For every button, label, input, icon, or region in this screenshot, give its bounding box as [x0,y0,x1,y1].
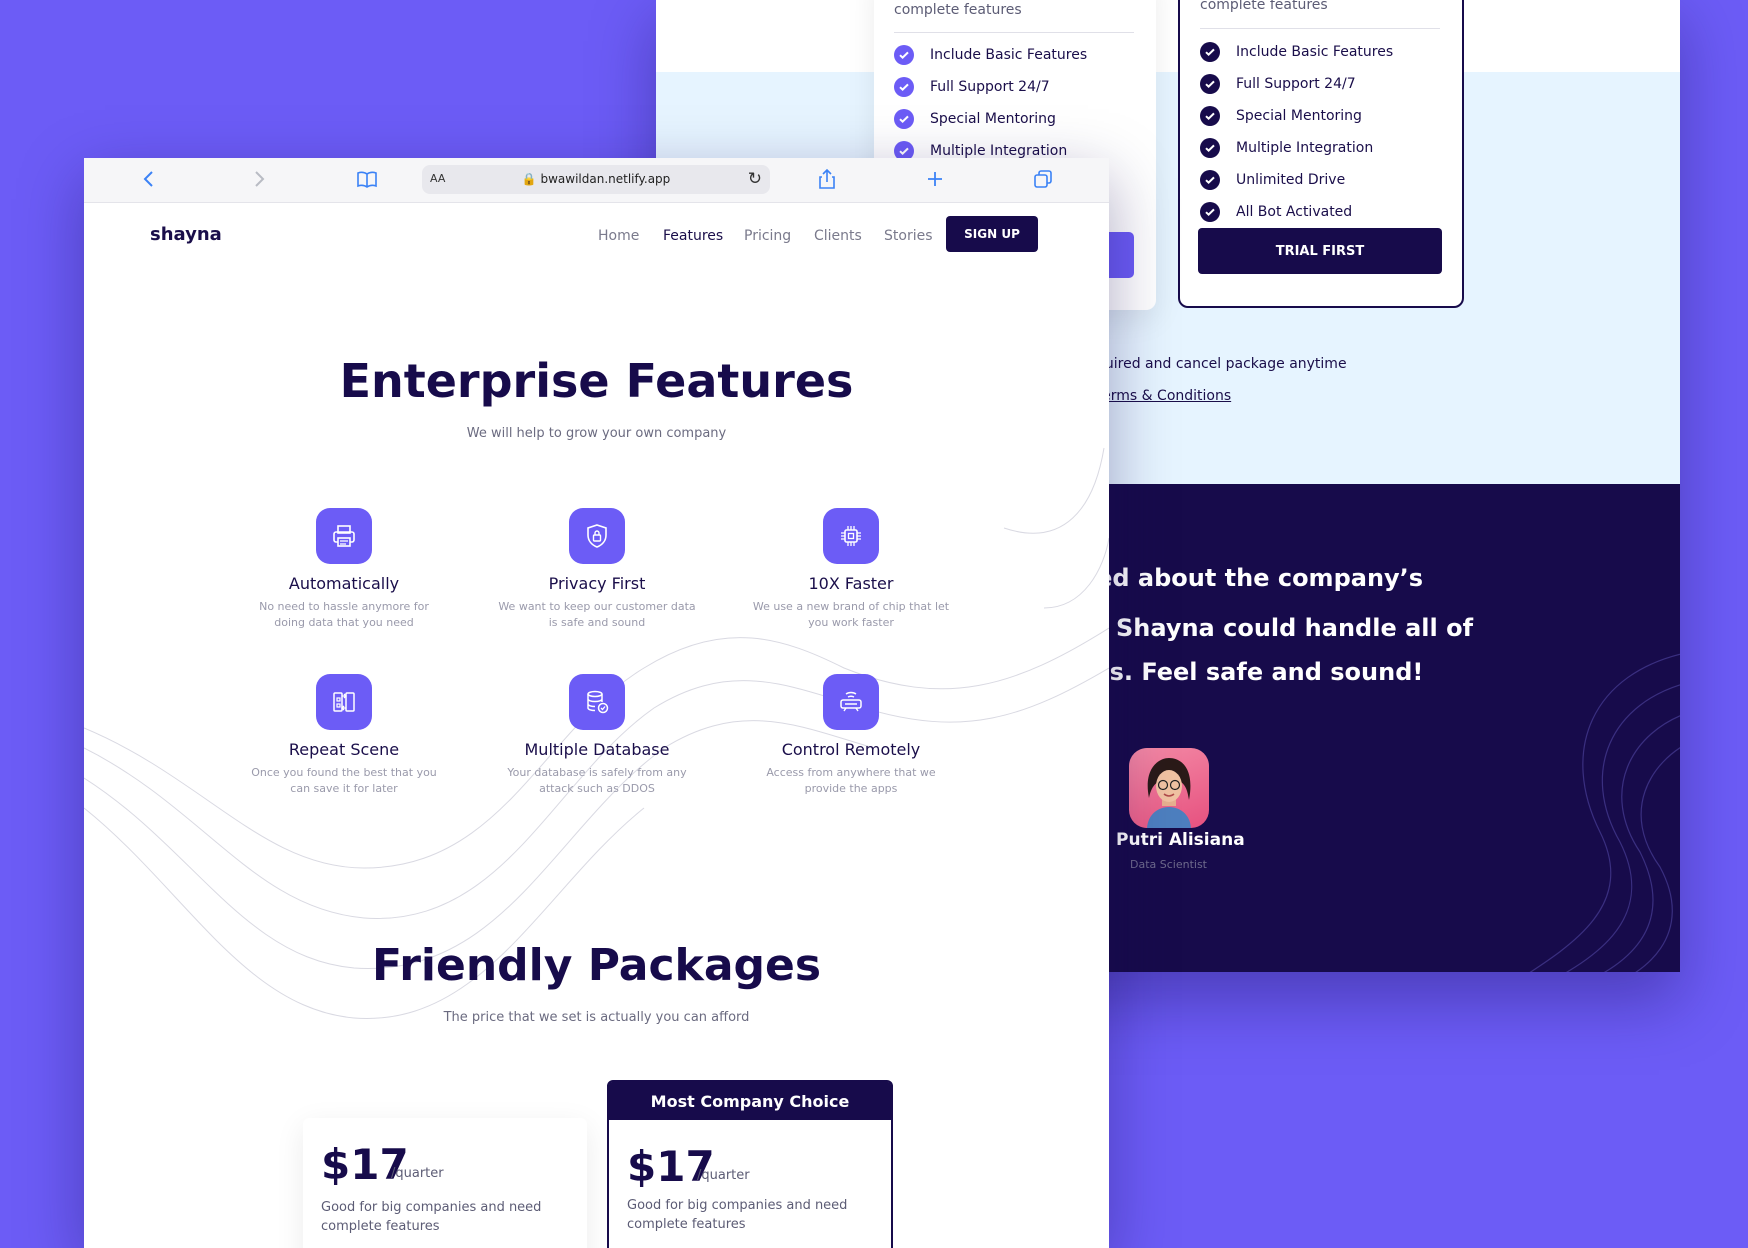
browser-toolbar: AA 🔒 bwawildan.netlify.app ↻ [84,158,1109,203]
feature-desc: We use a new brand of chip that let you … [752,600,950,629]
logo[interactable]: shayna [150,224,222,245]
check-icon [894,45,914,65]
avatar [1129,748,1209,828]
chip-icon [823,508,879,564]
back-arrow-icon[interactable] [138,168,160,190]
wave-decoration [1529,653,1680,972]
url-text: 🔒 bwawildan.netlify.app [521,172,671,186]
nav-link-stories[interactable]: Stories [884,228,933,244]
price-amount: $17 [321,1140,409,1189]
feature-item: Control Remotely Access from anywhere th… [731,674,971,797]
feature-item: 10X Faster We use a new brand of chip th… [731,508,971,631]
shield-lock-icon [569,508,625,564]
feature-label: Include Basic Features [1236,44,1394,60]
pricing-card-premium: complete features Include Basic Features… [1178,0,1464,308]
testimonial-quote-line: ons. Feel safe and sound! [1076,658,1424,686]
feature-title: Control Remotely [781,740,921,759]
check-icon [894,109,914,129]
feature-row: Full Support 24/7 [894,77,1050,97]
feature-title: 10X Faster [808,574,894,593]
address-bar[interactable]: AA 🔒 bwawildan.netlify.app ↻ [422,165,770,194]
check-icon [1200,138,1220,158]
testimonial-quote-line: Shayna could handle all of [1116,614,1474,642]
feature-label: Multiple Integration [1236,140,1374,156]
packages-title: Friendly Packages [371,940,822,991]
feature-label: Include Basic Features [930,47,1088,63]
feature-label: All Bot Activated [1236,204,1353,220]
feature-title: Multiple Database [524,740,670,759]
sign-up-button[interactable]: SIGN UP [946,216,1038,252]
feature-row: Unlimited Drive [1200,170,1345,190]
feature-title: Privacy First [548,574,646,593]
terms-link[interactable]: Terms & Conditions [1096,388,1231,404]
check-icon [1200,170,1220,190]
feature-label: Multiple Integration [930,143,1068,159]
feature-label: Unlimited Drive [1236,172,1346,188]
feature-title: Repeat Scene [288,740,400,759]
feature-row: Special Mentoring [894,109,1056,129]
share-icon[interactable] [816,168,838,190]
testimonial-person-role: Data Scientist [1130,858,1207,871]
pricing-card-featured: Most Company Choice $17 /quarter Good fo… [607,1080,893,1248]
url-value: bwawildan.netlify.app [540,172,671,186]
tabs-overview-icon[interactable] [1032,168,1054,190]
testimonial-quote-line: ried about the company’s [1076,564,1424,592]
new-tab-icon[interactable] [924,168,946,190]
feature-label: Special Mentoring [930,111,1056,127]
feature-label: Special Mentoring [1236,108,1362,124]
feature-desc: Your database is safely from any attack … [507,766,687,795]
pricing-card-desc: Good for big companies and need complete… [321,1200,542,1234]
remote-icon [823,674,879,730]
packages-subtitle: The price that we set is actually you ca… [443,1010,750,1025]
check-icon [1200,202,1220,222]
forward-arrow-icon[interactable] [248,168,270,190]
feature-label: Full Support 24/7 [1236,76,1356,92]
feature-row: Special Mentoring [1200,106,1362,126]
feature-desc: We want to keep our customer data is saf… [498,600,696,629]
price-period: /quarter [697,1168,750,1183]
features-title: Enterprise Features [339,354,854,408]
pricing-card-desc: Good for big companies and need complete… [894,2,1022,18]
feature-title: Automatically [288,574,400,593]
feature-row: Include Basic Features [1200,42,1393,62]
nav-link-home[interactable]: Home [598,228,639,244]
pricing-card-desc: Good for big companies and need complete… [627,1198,848,1232]
repeat-icon [316,674,372,730]
most-company-choice-badge: Most Company Choice [609,1082,891,1120]
pricing-card-desc: complete features [1200,0,1328,13]
printer-icon [316,508,372,564]
cancel-note: quired and cancel package anytime [1096,356,1347,372]
pricing-card: $17 /quarter Good for big companies and … [303,1118,587,1248]
foreground-browser-window: AA 🔒 bwawildan.netlify.app ↻ shayna Home… [84,158,1109,1248]
feature-desc: Access from anywhere that we provide the… [766,766,936,795]
check-icon [1200,74,1220,94]
check-icon [894,77,914,97]
features-subtitle: We will help to grow your own company [466,426,727,441]
feature-desc: No need to hassle anymore for doing data… [259,600,429,629]
bookmarks-icon[interactable] [356,168,378,190]
reload-icon[interactable]: ↻ [748,169,762,189]
divider [894,32,1134,33]
price-period: /quarter [391,1166,444,1181]
check-icon [1200,106,1220,126]
feature-item: Multiple Database Your database is safel… [477,674,717,797]
feature-item: Automatically No need to hassle anymore … [224,508,464,631]
feature-row: Multiple Integration [1200,138,1373,158]
nav-link-features[interactable]: Features [663,228,723,244]
nav-link-clients[interactable]: Clients [814,228,862,244]
feature-desc: Once you found the best that you can sav… [251,766,437,795]
feature-item: Repeat Scene Once you found the best tha… [224,674,464,797]
database-icon [569,674,625,730]
nav-link-pricing[interactable]: Pricing [744,228,791,244]
site-navbar: shayna Home Features Pricing Clients Sto… [84,202,1109,272]
feature-label: Full Support 24/7 [930,79,1050,95]
feature-row: All Bot Activated [1200,202,1352,222]
feature-row: Full Support 24/7 [1200,74,1356,94]
feature-item: Privacy First We want to keep our custom… [477,508,717,631]
check-icon [1200,42,1220,62]
price-amount: $17 [627,1142,715,1191]
trial-first-button[interactable]: TRIAL FIRST [1198,228,1442,274]
divider [1200,28,1440,29]
feature-row: Include Basic Features [894,45,1087,65]
